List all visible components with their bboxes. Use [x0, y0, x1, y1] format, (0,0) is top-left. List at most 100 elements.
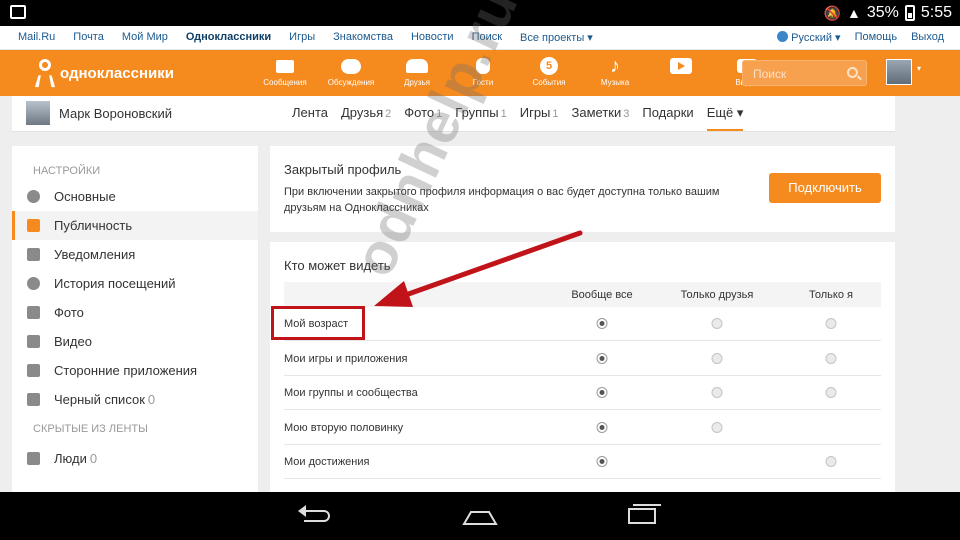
visibility-radio[interactable]: [711, 352, 723, 364]
globe-icon: [777, 31, 789, 42]
visibility-radio[interactable]: [596, 387, 608, 398]
clock: 5:55: [920, 4, 952, 21]
header-nav: Сообщения Обсуждения Друзья Гости 5 События ♪ М…: [252, 54, 780, 88]
user-avatar[interactable]: [886, 59, 912, 85]
visibility-radio[interactable]: [711, 318, 723, 329]
nav-item-label: События: [532, 78, 566, 87]
help-link[interactable]: Помощь: [855, 31, 898, 44]
battery-percent: 35%: [866, 4, 899, 21]
chat-icon: [341, 58, 361, 74]
mailru-right-links: Русский ▾ Помощь Выход: [777, 31, 944, 44]
mailru-link[interactable]: Почта: [73, 31, 104, 44]
sidebar-item[interactable]: Люди 0: [12, 444, 258, 473]
visibility-card: Кто может видеть Вообще все Только друзь…: [270, 242, 895, 496]
column-friends-only: Только друзья: [680, 289, 754, 301]
connect-button[interactable]: Подключить: [769, 173, 881, 203]
sidebar-item[interactable]: Уведомления: [12, 240, 258, 269]
sidebar-item[interactable]: Видео: [12, 327, 258, 356]
visibility-radio[interactable]: [596, 456, 608, 467]
profile-tab-count: 2: [385, 108, 392, 120]
visibility-radio[interactable]: [825, 456, 837, 467]
events-badge-icon: 5: [540, 57, 558, 75]
profile-tab[interactable]: Друзья 2: [341, 105, 391, 131]
sidebar-item-label: Фото: [54, 305, 84, 320]
megaphone-icon: [27, 219, 40, 232]
profile-tab[interactable]: Подарки: [642, 105, 693, 131]
visibility-row: Мои игры и приложения: [284, 342, 881, 376]
visibility-radio[interactable]: [596, 421, 608, 433]
recent-apps-icon: [628, 504, 661, 524]
nav-item[interactable]: [648, 54, 714, 87]
sidebar-items-hidden: Люди 0: [12, 444, 258, 473]
mailru-link[interactable]: Все проекты ▾: [520, 31, 593, 44]
profile-avatar[interactable]: [26, 101, 50, 125]
nav-item[interactable]: 5 События: [516, 54, 582, 87]
visibility-row: Мои группы и сообщества: [284, 376, 881, 410]
sidebar-item-label: Сторонние приложения: [54, 363, 198, 378]
mailru-link[interactable]: Знакомства: [333, 31, 393, 44]
visibility-radio[interactable]: [825, 318, 837, 329]
sidebar-item[interactable]: Фото: [12, 298, 258, 327]
sidebar-item-count: 0: [89, 451, 98, 466]
notification-icon: [27, 248, 40, 261]
blocked-user-icon: [27, 393, 40, 406]
visibility-table-header: Вообще все Только друзья Только я: [284, 282, 881, 307]
nav-item[interactable]: Обсуждения: [318, 54, 384, 87]
mailru-link[interactable]: Mail.Ru: [18, 31, 55, 44]
gear-icon: [27, 190, 40, 203]
visibility-row-label: Мои игры и приложения: [284, 352, 408, 365]
visibility-radio[interactable]: [825, 352, 837, 364]
home-button[interactable]: [460, 502, 500, 530]
sidebar-item[interactable]: Черный список 0: [12, 385, 258, 414]
video-play-icon: [670, 58, 692, 74]
language-selector[interactable]: Русский ▾: [777, 31, 841, 44]
sidebar-item[interactable]: История посещений: [12, 269, 258, 298]
sidebar-item[interactable]: Сторонние приложения: [12, 356, 258, 385]
chevron-down-icon[interactable]: ▾: [917, 64, 921, 73]
profile-tab[interactable]: Ещё ▾: [706, 105, 744, 131]
image-notification-icon: [10, 5, 26, 19]
visibility-radio[interactable]: [596, 352, 608, 364]
camera-icon: [27, 306, 40, 319]
app-window-icon: [27, 364, 40, 377]
visibility-radio[interactable]: [711, 387, 723, 398]
visibility-radio[interactable]: [711, 421, 723, 433]
mailru-link[interactable]: Игры: [289, 31, 315, 44]
logo-text: одноклассники: [60, 64, 174, 82]
search-input[interactable]: Поиск: [742, 60, 867, 86]
closed-profile-description: При включении закрытого профиля информац…: [284, 186, 720, 214]
back-button[interactable]: [298, 502, 338, 530]
sidebar-section-settings: Настройки: [33, 165, 101, 177]
profile-name[interactable]: Марк Вороновский: [59, 106, 172, 121]
profile-tab-label: Заметки: [571, 105, 622, 120]
profile-tab-label: Игры: [519, 105, 551, 120]
search-icon[interactable]: [847, 67, 858, 78]
envelope-icon: [276, 59, 294, 73]
signal-icon: ▲: [846, 5, 861, 21]
profile-tab-label: Подарки: [642, 105, 694, 120]
profile-tab[interactable]: Заметки 3: [572, 105, 630, 131]
visibility-radio[interactable]: [596, 318, 608, 329]
sidebar-items: Основные Публичность Уведомления История по…: [12, 182, 258, 414]
mailru-link[interactable]: Одноклассники: [186, 31, 271, 44]
profile-tab[interactable]: Лента: [292, 105, 328, 131]
language-label: Русский ▾: [791, 32, 841, 44]
sidebar-item-count: 0: [147, 392, 156, 407]
sidebar-item[interactable]: Основные: [12, 182, 258, 211]
home-icon: [462, 511, 498, 525]
sidebar-section-hidden: Скрытые из ленты: [33, 423, 148, 435]
ok-logo[interactable]: одноклассники: [34, 59, 174, 88]
visibility-radio[interactable]: [825, 387, 837, 398]
nav-item[interactable]: Сообщения: [252, 54, 318, 87]
screen: 🔕 ▲ 35% 5:55 Mail.Ru Почта Мой Мир Одноклас…: [0, 0, 960, 540]
visibility-row: Мой возраст: [284, 307, 881, 341]
people-icon: [406, 59, 428, 73]
nav-item[interactable]: ♪ Музыка: [582, 54, 648, 88]
profile-tab[interactable]: Игры 1: [520, 105, 559, 131]
mailru-link[interactable]: Мой Мир: [122, 31, 168, 44]
recent-apps-button[interactable]: [622, 502, 662, 530]
logout-link[interactable]: Выход: [911, 31, 944, 44]
sidebar-item[interactable]: Публичность: [12, 211, 258, 240]
highlight-box: [271, 306, 365, 340]
history-icon: [27, 277, 40, 290]
